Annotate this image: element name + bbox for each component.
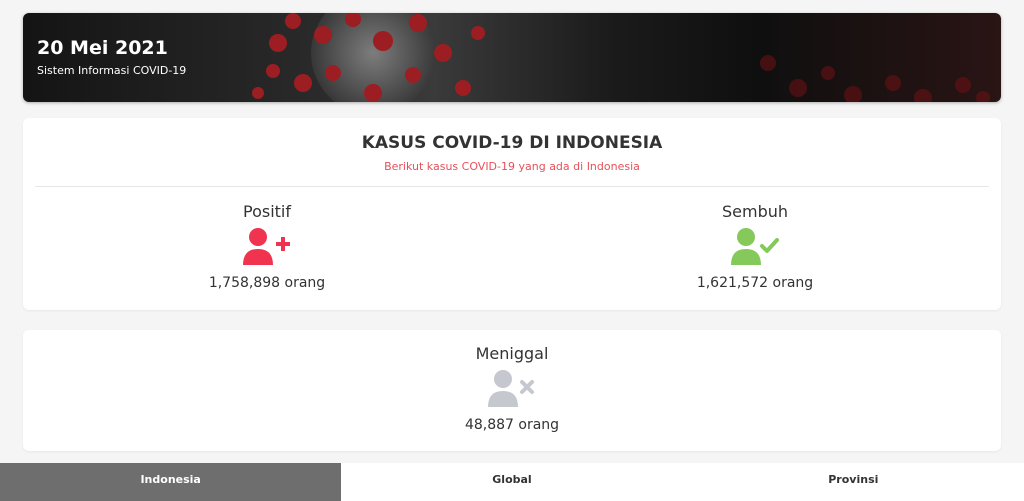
coronavirus-illustration [252,13,990,102]
stat-positif-label: Positif [243,202,291,221]
summary-subtitle: Berikut kasus COVID-19 yang ada di Indon… [384,160,640,173]
stat-sembuh-value: 1,621,572 orang [696,275,814,291]
header-banner: 20 Mei 2021 Sistem Informasi COVID-19 [23,13,1001,102]
stat-positif-value: 1,758,898 orang [208,275,326,291]
meninggal-card: Meniggal 48,887 orang [23,330,1001,451]
user-times-icon [402,369,622,411]
stat-positif: Positif 1,758,898 orang [157,202,377,291]
indonesia-summary-card: KASUS COVID-19 DI INDONESIA Berikut kasu… [23,118,1001,310]
current-date: 20 Mei 2021 [37,37,168,59]
stat-sembuh-label: Sembuh [721,202,789,221]
stat-meninggal: Meniggal 48,887 orang [402,344,622,433]
tab-provinsi[interactable]: Provinsi [683,463,1024,501]
bottom-tab-bar: Indonesia Global Provinsi [0,463,1024,501]
tab-indonesia[interactable]: Indonesia [0,463,342,501]
user-check-icon [645,227,865,269]
tab-global[interactable]: Global [341,463,682,501]
stat-sembuh: Sembuh 1,621,572 orang [645,202,865,291]
stat-meninggal-value: 48,887 orang [464,417,560,433]
summary-title: KASUS COVID-19 DI INDONESIA [361,133,663,153]
stat-meninggal-label: Meniggal [475,344,549,363]
user-plus-icon [157,227,377,269]
app-subtitle: Sistem Informasi COVID-19 [37,64,187,77]
divider [35,186,989,187]
